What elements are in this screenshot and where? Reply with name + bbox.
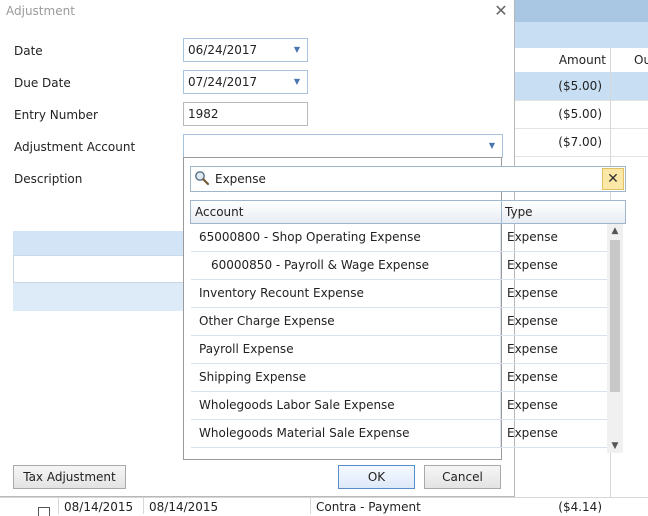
lines-grid-row[interactable] (13, 255, 184, 283)
chevron-down-icon[interactable]: ▼ (290, 71, 304, 93)
next-column-header[interactable]: Ou (634, 53, 648, 67)
scrollbar-thumb[interactable] (610, 240, 620, 392)
account-cell: Wholegoods Material Sale Expense (199, 426, 410, 440)
background-toolbar (514, 0, 648, 22)
adjustment-account-label: Adjustment Account (14, 140, 136, 154)
account-cell: Shipping Expense (199, 370, 307, 384)
type-cell: Expense (507, 258, 558, 272)
date-cell: 08/14/2015 (64, 500, 134, 514)
amount-column-header[interactable]: Amount (546, 53, 606, 67)
type-cell: Expense (507, 342, 558, 356)
table-row[interactable]: ($5.00) (514, 100, 648, 129)
date-value: 06/24/2017 (188, 43, 258, 57)
table-row[interactable]: Payroll Expense Expense (191, 336, 607, 364)
account-cell: Inventory Recount Expense (199, 286, 364, 300)
type-cell: Expense (507, 286, 558, 300)
due-date-cell: 08/14/2015 (149, 500, 219, 514)
chevron-down-icon[interactable]: ▼ (485, 135, 499, 157)
type-column-header[interactable]: Type (505, 205, 533, 219)
lookup-grid-header: Account Type (190, 200, 626, 224)
column-divider (500, 336, 501, 363)
date-picker[interactable]: 06/24/2017 ▼ (183, 38, 308, 62)
clear-search-icon[interactable]: ✕ (602, 168, 624, 190)
type-cell: Expense (507, 398, 558, 412)
date-label: Date (14, 44, 43, 58)
table-row[interactable]: ($7.00) (514, 128, 648, 157)
amount-cell: ($5.00) (558, 107, 602, 121)
column-divider (500, 224, 501, 251)
close-icon[interactable]: ✕ (492, 2, 510, 20)
column-divider (58, 498, 59, 514)
lines-grid-header (13, 231, 184, 255)
table-row[interactable]: Other Charge Expense Expense (191, 308, 607, 336)
table-row[interactable]: Shipping Expense Expense (191, 364, 607, 392)
scroll-down-icon[interactable]: ▼ (609, 439, 621, 453)
amount-cell: ($7.00) (558, 135, 602, 149)
account-cell: Payroll Expense (199, 342, 294, 356)
search-icon (194, 170, 210, 186)
column-divider (310, 498, 311, 514)
table-row[interactable]: ($5.00) (514, 72, 648, 101)
description-cell: Contra - Payment (316, 500, 421, 514)
background-group-band (514, 22, 648, 48)
due-date-value: 07/24/2017 (188, 75, 258, 89)
vertical-scrollbar[interactable]: ▲ ▼ (607, 224, 623, 453)
table-row[interactable]: 60000850 - Payroll & Wage Expense Expense (191, 252, 607, 280)
table-row[interactable]: Inventory Recount Expense Expense (191, 280, 607, 308)
entry-number-value: 1982 (188, 107, 219, 121)
account-lookup-popup: Expense ✕ Account Type 65000800 - Shop O… (183, 157, 626, 460)
column-divider (143, 498, 144, 514)
entry-number-field[interactable]: 1982 (183, 102, 308, 126)
account-cell: 60000850 - Payroll & Wage Expense (211, 258, 430, 272)
adjustment-account-dropdown[interactable]: ▼ (183, 134, 503, 158)
account-cell: Other Charge Expense (199, 314, 335, 328)
lines-grid-row[interactable] (13, 283, 184, 311)
type-cell: Expense (507, 370, 558, 384)
column-divider (500, 392, 501, 419)
search-box[interactable]: Expense ✕ (190, 166, 626, 192)
table-row[interactable]: 65000800 - Shop Operating Expense Expense (191, 224, 607, 252)
column-divider (610, 48, 611, 72)
column-divider (501, 201, 502, 223)
account-cell: Wholegoods Labor Sale Expense (199, 398, 395, 412)
scroll-up-icon[interactable]: ▲ (609, 224, 621, 238)
column-divider (500, 364, 501, 391)
due-date-picker[interactable]: 07/24/2017 ▼ (183, 70, 308, 94)
description-label: Description (14, 172, 83, 186)
amount-cell: ($5.00) (558, 79, 602, 93)
column-divider (500, 280, 501, 307)
cancel-button[interactable]: Cancel (424, 465, 501, 489)
type-cell: Expense (507, 426, 558, 440)
background-grid-header: Amount Ou (514, 48, 648, 73)
tax-adjustment-button[interactable]: Tax Adjustment (13, 465, 126, 489)
type-cell: Expense (507, 230, 558, 244)
account-cell: 65000800 - Shop Operating Expense (199, 230, 421, 244)
table-row[interactable]: Wholegoods Material Sale Expense Expense (191, 420, 607, 448)
due-date-label: Due Date (14, 76, 71, 90)
column-divider (500, 252, 501, 279)
expand-icon[interactable] (38, 507, 50, 516)
dialog-title: Adjustment (6, 4, 75, 18)
table-row[interactable]: 08/14/2015 08/14/2015 Contra - Payment (… (0, 497, 648, 516)
entry-number-label: Entry Number (14, 108, 98, 122)
amount-cell: ($4.14) (558, 500, 602, 514)
account-column-header[interactable]: Account (195, 205, 243, 219)
type-cell: Expense (507, 314, 558, 328)
search-input[interactable]: Expense (215, 172, 266, 186)
chevron-down-icon[interactable]: ▼ (290, 39, 304, 61)
table-row[interactable]: Wholegoods Labor Sale Expense Expense (191, 392, 607, 420)
ok-button[interactable]: OK (338, 465, 415, 489)
column-divider (500, 420, 501, 447)
column-divider (500, 308, 501, 335)
